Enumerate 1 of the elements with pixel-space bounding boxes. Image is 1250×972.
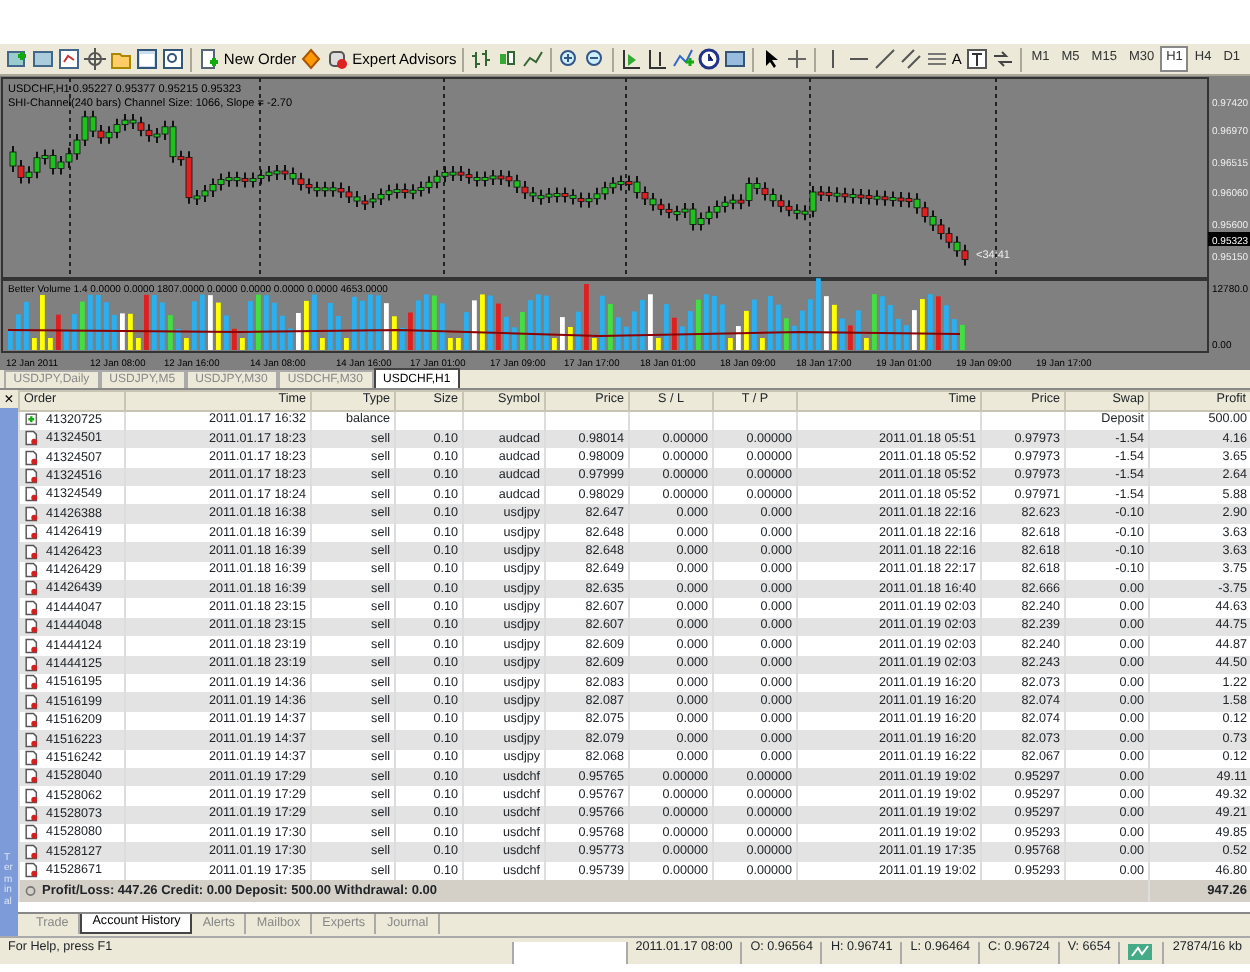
close-button[interactable]: × [0,390,18,408]
